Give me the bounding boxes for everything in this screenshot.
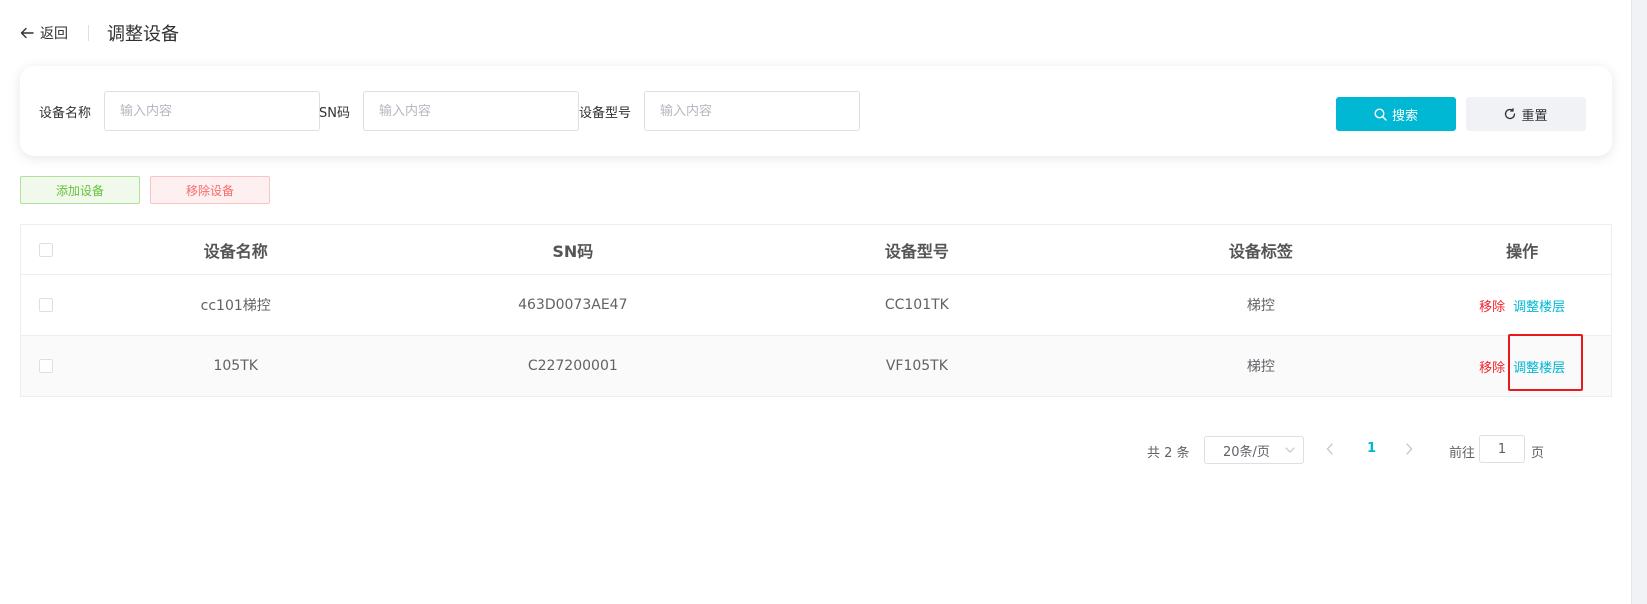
- search-panel: 设备名称 SN码 设备型号 搜索 重置: [20, 66, 1612, 156]
- back-label: 返回: [40, 26, 68, 42]
- cell-model: CC101TK: [884, 297, 949, 313]
- table-header: 设备名称 SN码 设备型号 设备标签 操作: [21, 225, 1611, 275]
- chevron-down-icon: [1285, 447, 1295, 453]
- cell-actions: 移除 调整楼层: [1433, 357, 1611, 376]
- reset-button-label: 重置: [1521, 107, 1548, 123]
- cell-tag: 梯控: [1246, 359, 1275, 375]
- column-header-tag[interactable]: 设备标签: [1089, 238, 1434, 262]
- prev-page-button[interactable]: [1326, 440, 1334, 459]
- column-header-model[interactable]: 设备型号: [745, 238, 1089, 262]
- chevron-right-icon: [1406, 443, 1413, 455]
- page-number-current[interactable]: 1: [1367, 441, 1376, 456]
- chevron-left-icon: [1326, 443, 1333, 455]
- back-button[interactable]: 返回: [20, 23, 68, 43]
- remove-device-button[interactable]: 移除设备: [150, 176, 270, 204]
- goto-label: 前往: [1449, 446, 1476, 461]
- next-page-button[interactable]: [1405, 440, 1413, 459]
- cell-actions: 移除 调整楼层: [1433, 296, 1611, 315]
- row-select-cell: [21, 359, 71, 373]
- page-size-select[interactable]: 20条/页: [1204, 436, 1304, 464]
- table-row: 105TK C227200001 VF105TK 梯控 移除 调整楼层: [21, 336, 1611, 397]
- page-header: 返回 调整设备: [20, 20, 179, 46]
- cell-tag: 梯控: [1246, 298, 1275, 314]
- page-unit-label: 页: [1531, 446, 1545, 461]
- page: 返回 调整设备 设备名称 SN码 设备型号 搜索 重置 添加设备 移除设备: [0, 0, 1632, 604]
- header-divider: [88, 25, 89, 41]
- sn-input[interactable]: [363, 91, 579, 131]
- select-all-cell: [21, 242, 71, 257]
- row-adjust-floor-link[interactable]: 调整楼层: [1513, 361, 1565, 376]
- device-name-input[interactable]: [104, 91, 320, 131]
- cell-sn: C227200001: [527, 358, 618, 374]
- cell-device-name: cc101梯控: [200, 298, 271, 314]
- row-adjust-floor-link[interactable]: 调整楼层: [1513, 300, 1565, 315]
- page-size-value: 20条/页: [1223, 444, 1270, 460]
- table-row: cc101梯控 463D0073AE47 CC101TK 梯控 移除 调整楼层: [21, 275, 1611, 336]
- cell-device-name: 105TK: [213, 358, 258, 374]
- reset-button[interactable]: 重置: [1466, 97, 1586, 131]
- select-all-checkbox[interactable]: [38, 242, 53, 257]
- cell-model: VF105TK: [885, 358, 948, 374]
- search-button-label: 搜索: [1391, 107, 1418, 123]
- device-model-input[interactable]: [644, 91, 860, 131]
- row-remove-link[interactable]: 移除: [1479, 361, 1505, 376]
- arrow-left-icon: [20, 27, 34, 39]
- column-header-name[interactable]: 设备名称: [71, 238, 401, 262]
- row-select-cell: [21, 298, 71, 312]
- device-name-label: 设备名称: [39, 106, 92, 121]
- refresh-icon: [1505, 108, 1516, 120]
- search-icon: [1374, 107, 1387, 121]
- search-button[interactable]: 搜索: [1336, 97, 1456, 131]
- device-model-label: 设备型号: [579, 106, 632, 121]
- cell-sn: 463D0073AE47: [518, 297, 628, 313]
- goto-page-input[interactable]: [1479, 435, 1525, 463]
- row-checkbox[interactable]: [38, 298, 53, 312]
- sn-label: SN码: [319, 106, 350, 121]
- row-checkbox[interactable]: [38, 359, 53, 373]
- column-header-sn[interactable]: SN码: [401, 238, 746, 262]
- column-header-actions: 操作: [1506, 241, 1539, 261]
- device-table: 设备名称 SN码 设备型号 设备标签 操作 cc101梯控 463D0073AE…: [20, 224, 1612, 397]
- page-title: 调整设备: [107, 24, 179, 45]
- add-device-button[interactable]: 添加设备: [20, 176, 140, 204]
- pagination-total: 共 2 条: [1147, 446, 1190, 461]
- row-remove-link[interactable]: 移除: [1479, 300, 1505, 315]
